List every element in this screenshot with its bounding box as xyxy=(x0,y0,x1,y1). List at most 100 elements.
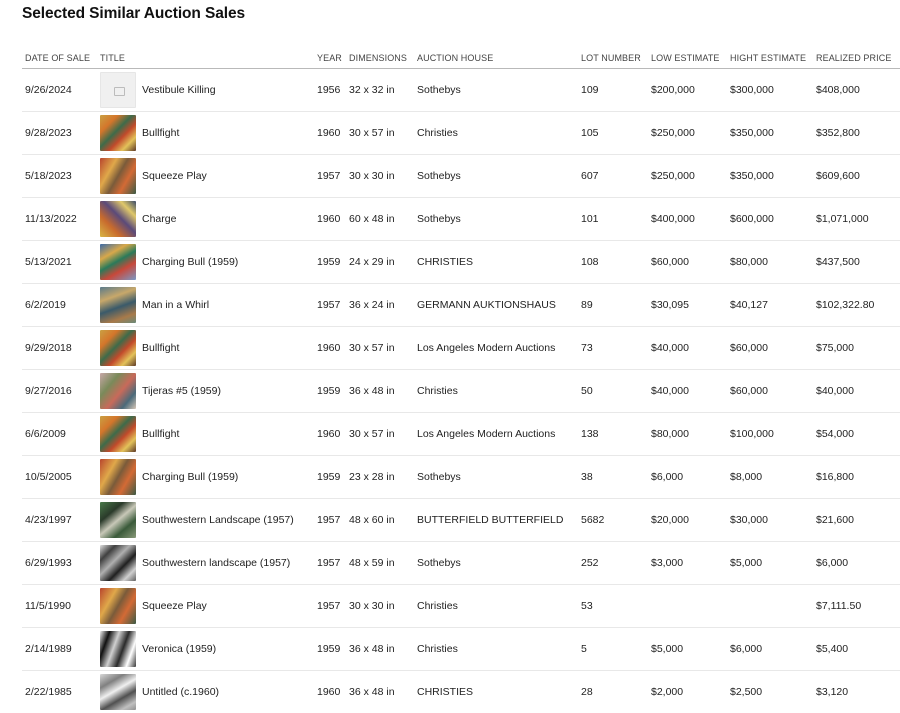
artwork-cell[interactable]: Squeeze Play xyxy=(100,587,314,624)
table-row[interactable]: 2/22/1985 Untitled (c.1960) 1960 36 x 48 in… xyxy=(22,670,900,713)
header-realized-price[interactable]: REALIZED PRICE xyxy=(813,48,900,69)
artwork-thumbnail[interactable] xyxy=(100,630,136,667)
artwork-cell[interactable]: Untitled (c.1960) xyxy=(100,673,314,710)
artwork-title[interactable]: Tijeras #5 (1959) xyxy=(142,385,221,397)
cell-high-estimate: $5,000 xyxy=(727,541,813,585)
cell-high-estimate: $8,000 xyxy=(727,455,813,499)
cell-year: 1960 xyxy=(314,197,346,241)
table-row[interactable]: 11/5/1990 Squeeze Play 1957 30 x 30 in Chris… xyxy=(22,584,900,628)
artwork-thumbnail[interactable] xyxy=(100,501,136,538)
table-row[interactable]: 6/29/1993 Southwestern landscape (1957) 19… xyxy=(22,541,900,585)
artwork-thumbnail[interactable] xyxy=(100,329,136,366)
artwork-cell[interactable]: Vestibule Killing xyxy=(100,71,314,108)
artwork-title[interactable]: Bullfight xyxy=(142,428,179,440)
table-row[interactable]: 6/6/2009 Bullfight 1960 30 x 57 in Los Angel… xyxy=(22,412,900,456)
cell-realized-price: $352,800 xyxy=(813,111,900,155)
cell-realized-price: $16,800 xyxy=(813,455,900,499)
artwork-thumbnail[interactable] xyxy=(100,673,136,710)
cell-year: 1959 xyxy=(314,240,346,284)
artwork-title[interactable]: Southwestern landscape (1957) xyxy=(142,557,290,569)
cell-lot-number: 108 xyxy=(578,240,648,284)
image-placeholder-icon[interactable] xyxy=(100,71,136,108)
cell-low-estimate: $60,000 xyxy=(648,240,727,284)
table-row[interactable]: 9/26/2024 Vestibule Killing 1956 32 x 32 in… xyxy=(22,68,900,112)
artwork-cell[interactable]: Charging Bull (1959) xyxy=(100,243,314,280)
artwork-cell[interactable]: Bullfight xyxy=(100,329,314,366)
artwork-title[interactable]: Squeeze Play xyxy=(142,170,207,182)
cell-auction-house: Christies xyxy=(414,111,578,155)
artwork-title[interactable]: Bullfight xyxy=(142,342,179,354)
artwork-title[interactable]: Man in a Whirl xyxy=(142,299,209,311)
artwork-thumbnail[interactable] xyxy=(100,200,136,237)
artwork-thumbnail[interactable] xyxy=(100,286,136,323)
artwork-cell[interactable]: Southwestern landscape (1957) xyxy=(100,544,314,581)
artwork-thumbnail[interactable] xyxy=(100,157,136,194)
table-row[interactable]: 9/28/2023 Bullfight 1960 30 x 57 in Christie… xyxy=(22,111,900,155)
cell-title: Southwestern Landscape (1957) xyxy=(97,498,314,542)
cell-realized-price: $102,322.80 xyxy=(813,283,900,327)
header-low-estimate[interactable]: LOW ESTIMATE xyxy=(648,48,727,69)
artwork-title[interactable]: Charge xyxy=(142,213,176,225)
table-row[interactable]: 9/27/2016 Tijeras #5 (1959) 1959 36 x 48 in… xyxy=(22,369,900,413)
artwork-title[interactable]: Charging Bull (1959) xyxy=(142,471,238,483)
artwork-thumbnail[interactable] xyxy=(100,415,136,452)
header-dimensions[interactable]: DIMENSIONS xyxy=(346,48,414,69)
cell-low-estimate: $5,000 xyxy=(648,627,727,671)
cell-title: Bullfight xyxy=(97,412,314,456)
cell-high-estimate: $350,000 xyxy=(727,154,813,198)
artwork-title[interactable]: Squeeze Play xyxy=(142,600,207,612)
table-row[interactable]: 11/13/2022 Charge 1960 60 x 48 in Sothebys 10… xyxy=(22,197,900,241)
cell-auction-house: Los Angeles Modern Auctions xyxy=(414,412,578,456)
artwork-thumbnail[interactable] xyxy=(100,243,136,280)
cell-auction-house: Sothebys xyxy=(414,541,578,585)
artwork-cell[interactable]: Squeeze Play xyxy=(100,157,314,194)
artwork-thumbnail[interactable] xyxy=(100,544,136,581)
artwork-cell[interactable]: Veronica (1959) xyxy=(100,630,314,667)
artwork-cell[interactable]: Bullfight xyxy=(100,415,314,452)
artwork-title[interactable]: Bullfight xyxy=(142,127,179,139)
artwork-title[interactable]: Vestibule Killing xyxy=(142,84,216,96)
header-year[interactable]: YEAR xyxy=(314,48,346,69)
table-row[interactable]: 5/18/2023 Squeeze Play 1957 30 x 30 in Sothe… xyxy=(22,154,900,198)
cell-title: Charge xyxy=(97,197,314,241)
cell-high-estimate: $30,000 xyxy=(727,498,813,542)
header-auction-house[interactable]: AUCTION HOUSE xyxy=(414,48,578,69)
header-high-estimate[interactable]: HIGHT ESTIMATE xyxy=(727,48,813,69)
cell-date-of-sale: 2/14/1989 xyxy=(22,627,97,671)
cell-auction-house: BUTTERFIELD BUTTERFIELD xyxy=(414,498,578,542)
table-row[interactable]: 5/13/2021 Charging Bull (1959) 1959 24 x 29… xyxy=(22,240,900,284)
header-title[interactable]: TITLE xyxy=(97,48,314,69)
cell-date-of-sale: 9/28/2023 xyxy=(22,111,97,155)
artwork-title[interactable]: Southwestern Landscape (1957) xyxy=(142,514,294,526)
cell-year: 1957 xyxy=(314,283,346,327)
artwork-thumbnail[interactable] xyxy=(100,114,136,151)
artwork-cell[interactable]: Bullfight xyxy=(100,114,314,151)
artwork-title[interactable]: Untitled (c.1960) xyxy=(142,686,219,698)
artwork-cell[interactable]: Charging Bull (1959) xyxy=(100,458,314,495)
cell-auction-house: CHRISTIES xyxy=(414,240,578,284)
table-row[interactable]: 6/2/2019 Man in a Whirl 1957 36 x 24 in GERM… xyxy=(22,283,900,327)
artwork-thumbnail[interactable] xyxy=(100,587,136,624)
cell-auction-house: GERMANN AUKTIONSHAUS xyxy=(414,283,578,327)
artwork-cell[interactable]: Southwestern Landscape (1957) xyxy=(100,501,314,538)
artwork-title[interactable]: Charging Bull (1959) xyxy=(142,256,238,268)
cell-year: 1957 xyxy=(314,541,346,585)
artwork-cell[interactable]: Man in a Whirl xyxy=(100,286,314,323)
cell-lot-number: 109 xyxy=(578,68,648,112)
header-date-of-sale[interactable]: DATE OF SALE xyxy=(22,48,97,69)
cell-dimensions: 48 x 59 in xyxy=(346,541,414,585)
artwork-cell[interactable]: Charge xyxy=(100,200,314,237)
header-lot-number[interactable]: LOT NUMBER xyxy=(578,48,648,69)
cell-high-estimate: $60,000 xyxy=(727,369,813,413)
artwork-thumbnail[interactable] xyxy=(100,458,136,495)
artwork-title[interactable]: Veronica (1959) xyxy=(142,643,216,655)
table-row[interactable]: 2/14/1989 Veronica (1959) 1959 36 x 48 in Ch… xyxy=(22,627,900,671)
artwork-thumbnail[interactable] xyxy=(100,372,136,409)
table-row[interactable]: 4/23/1997 Southwestern Landscape (1957) 19… xyxy=(22,498,900,542)
table-row[interactable]: 9/29/2018 Bullfight 1960 30 x 57 in Los Ange… xyxy=(22,326,900,370)
table-row[interactable]: 10/5/2005 Charging Bull (1959) 1959 23 x 28… xyxy=(22,455,900,499)
cell-title: Charging Bull (1959) xyxy=(97,455,314,499)
artwork-cell[interactable]: Tijeras #5 (1959) xyxy=(100,372,314,409)
cell-realized-price: $5,400 xyxy=(813,627,900,671)
cell-high-estimate xyxy=(727,584,813,628)
